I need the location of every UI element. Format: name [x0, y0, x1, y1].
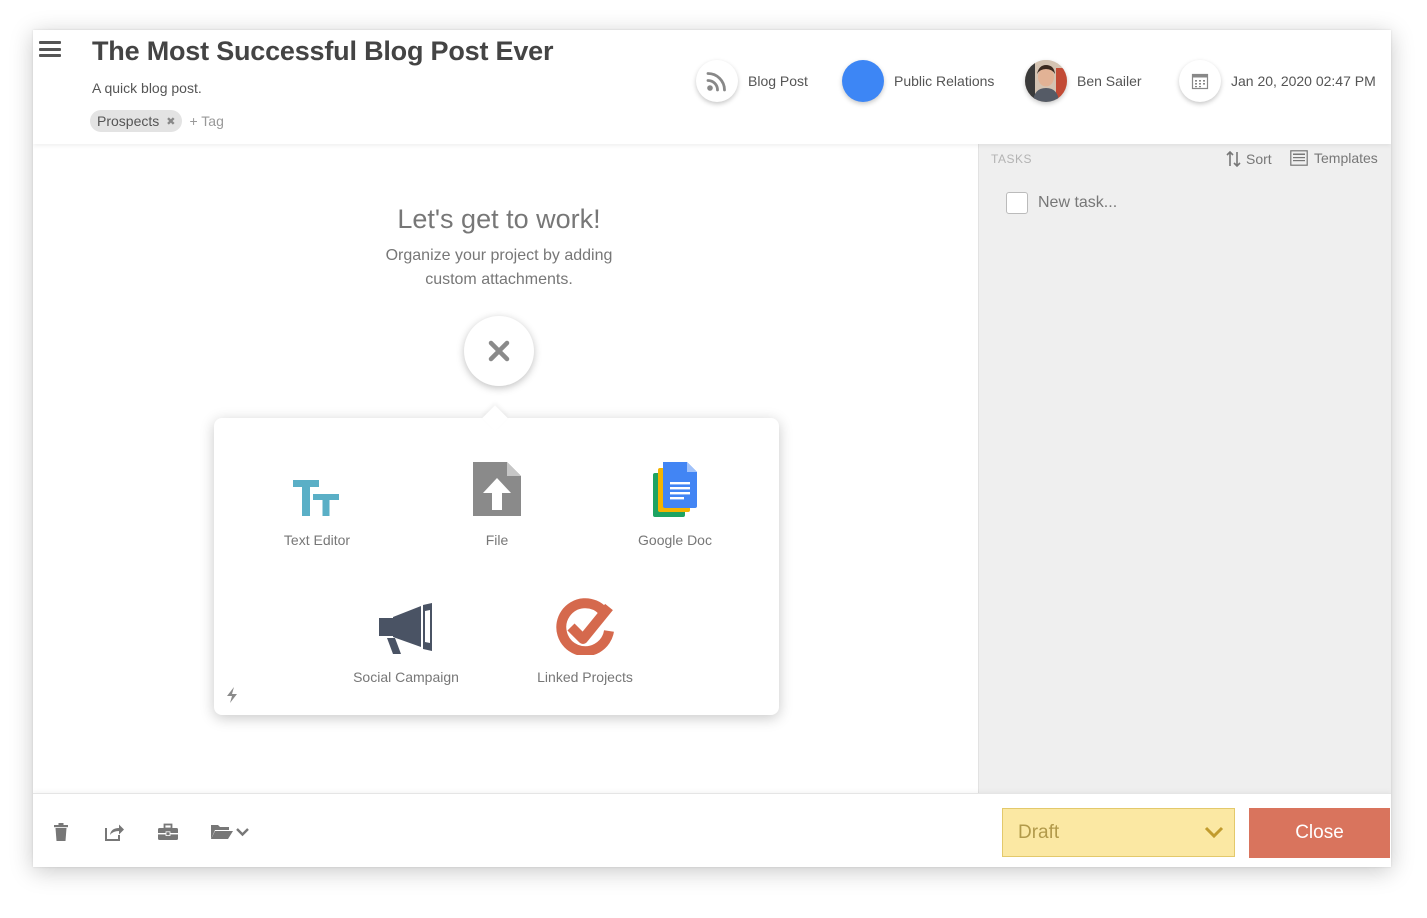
- attachment-label: Social Campaign: [353, 669, 459, 685]
- sort-icon: [1226, 150, 1241, 168]
- share-icon[interactable]: [104, 823, 124, 846]
- attachment-label: File: [485, 532, 509, 548]
- chevron-down-icon: [236, 828, 249, 837]
- owner-label: Ben Sailer: [1077, 73, 1142, 89]
- megaphone-icon: [321, 593, 491, 655]
- new-task-checkbox[interactable]: [1006, 192, 1028, 214]
- status-select[interactable]: Draft: [1002, 808, 1235, 857]
- add-tag-button[interactable]: + Tag: [189, 113, 223, 129]
- new-task-input[interactable]: [1038, 194, 1238, 212]
- linked-projects-icon: [500, 593, 670, 655]
- due-date-label: Jan 20, 2020 02:47 PM: [1231, 73, 1376, 89]
- sort-label: Sort: [1246, 151, 1272, 167]
- attachment-social-campaign[interactable]: Social Campaign: [321, 593, 491, 685]
- tag-label: Prospects: [97, 113, 160, 129]
- templates-label: Templates: [1314, 150, 1378, 166]
- category-label: Public Relations: [894, 73, 995, 89]
- google-doc-icon: [590, 456, 760, 518]
- tag-chip[interactable]: Prospects ✖: [90, 110, 183, 132]
- attachments-area: Let's get to work! Organize your project…: [33, 144, 978, 793]
- attachment-label: Google Doc: [638, 532, 712, 548]
- attachment-picker: Text Editor File Google Doc Social Campa…: [214, 405, 779, 715]
- templates-icon: [1290, 150, 1308, 166]
- chevron-down-icon: [1204, 826, 1224, 839]
- owner-selector[interactable]: Ben Sailer: [1025, 60, 1142, 102]
- attachment-google-doc[interactable]: Google Doc: [590, 456, 760, 548]
- close-button[interactable]: Close: [1249, 808, 1390, 858]
- attachment-label: Text Editor: [283, 532, 351, 548]
- tag-row: Prospects ✖ + Tag: [90, 110, 224, 132]
- category-color-dot: [842, 60, 884, 102]
- footer-toolbar: Draft Close: [33, 793, 1391, 867]
- attachment-label: Linked Projects: [537, 669, 633, 685]
- empty-state-description: Organize your project by adding custom a…: [385, 247, 613, 288]
- content-type-selector[interactable]: Blog Post: [696, 60, 808, 102]
- lightning-icon[interactable]: [224, 686, 240, 709]
- trash-icon[interactable]: [53, 823, 69, 846]
- page-title[interactable]: The Most Successful Blog Post Ever: [92, 36, 554, 67]
- sort-button[interactable]: Sort: [1226, 150, 1272, 168]
- close-icon: [488, 340, 510, 362]
- menu-icon[interactable]: [39, 41, 61, 57]
- tasks-heading: TASKS: [991, 152, 1032, 166]
- attachment-linked-projects[interactable]: Linked Projects: [500, 593, 670, 685]
- remove-tag-icon[interactable]: ✖: [166, 115, 175, 128]
- rss-icon: [696, 60, 738, 102]
- file-upload-icon: [412, 456, 582, 518]
- folder-icon[interactable]: [211, 823, 251, 846]
- header: The Most Successful Blog Post Ever A qui…: [33, 30, 1391, 144]
- tasks-panel: TASKS Sort Templates: [978, 144, 1391, 793]
- empty-state-title: Let's get to work!: [397, 204, 601, 234]
- attachment-file[interactable]: File: [412, 456, 582, 548]
- calendar-icon: [1179, 60, 1221, 102]
- attachment-text-editor[interactable]: Text Editor: [232, 456, 402, 548]
- avatar: [1025, 60, 1067, 102]
- project-description[interactable]: A quick blog post.: [92, 80, 202, 96]
- templates-button[interactable]: Templates: [1290, 150, 1378, 166]
- status-value: Draft: [1018, 821, 1060, 843]
- briefcase-icon[interactable]: [158, 823, 178, 846]
- new-task-row: [1006, 192, 1238, 214]
- due-date-selector[interactable]: Jan 20, 2020 02:47 PM: [1179, 60, 1376, 102]
- close-attachments-button[interactable]: [464, 316, 534, 386]
- content-type-label: Blog Post: [748, 73, 808, 89]
- text-editor-icon: [232, 456, 402, 518]
- project-window: The Most Successful Blog Post Ever A qui…: [33, 30, 1391, 867]
- category-selector[interactable]: Public Relations: [842, 60, 994, 102]
